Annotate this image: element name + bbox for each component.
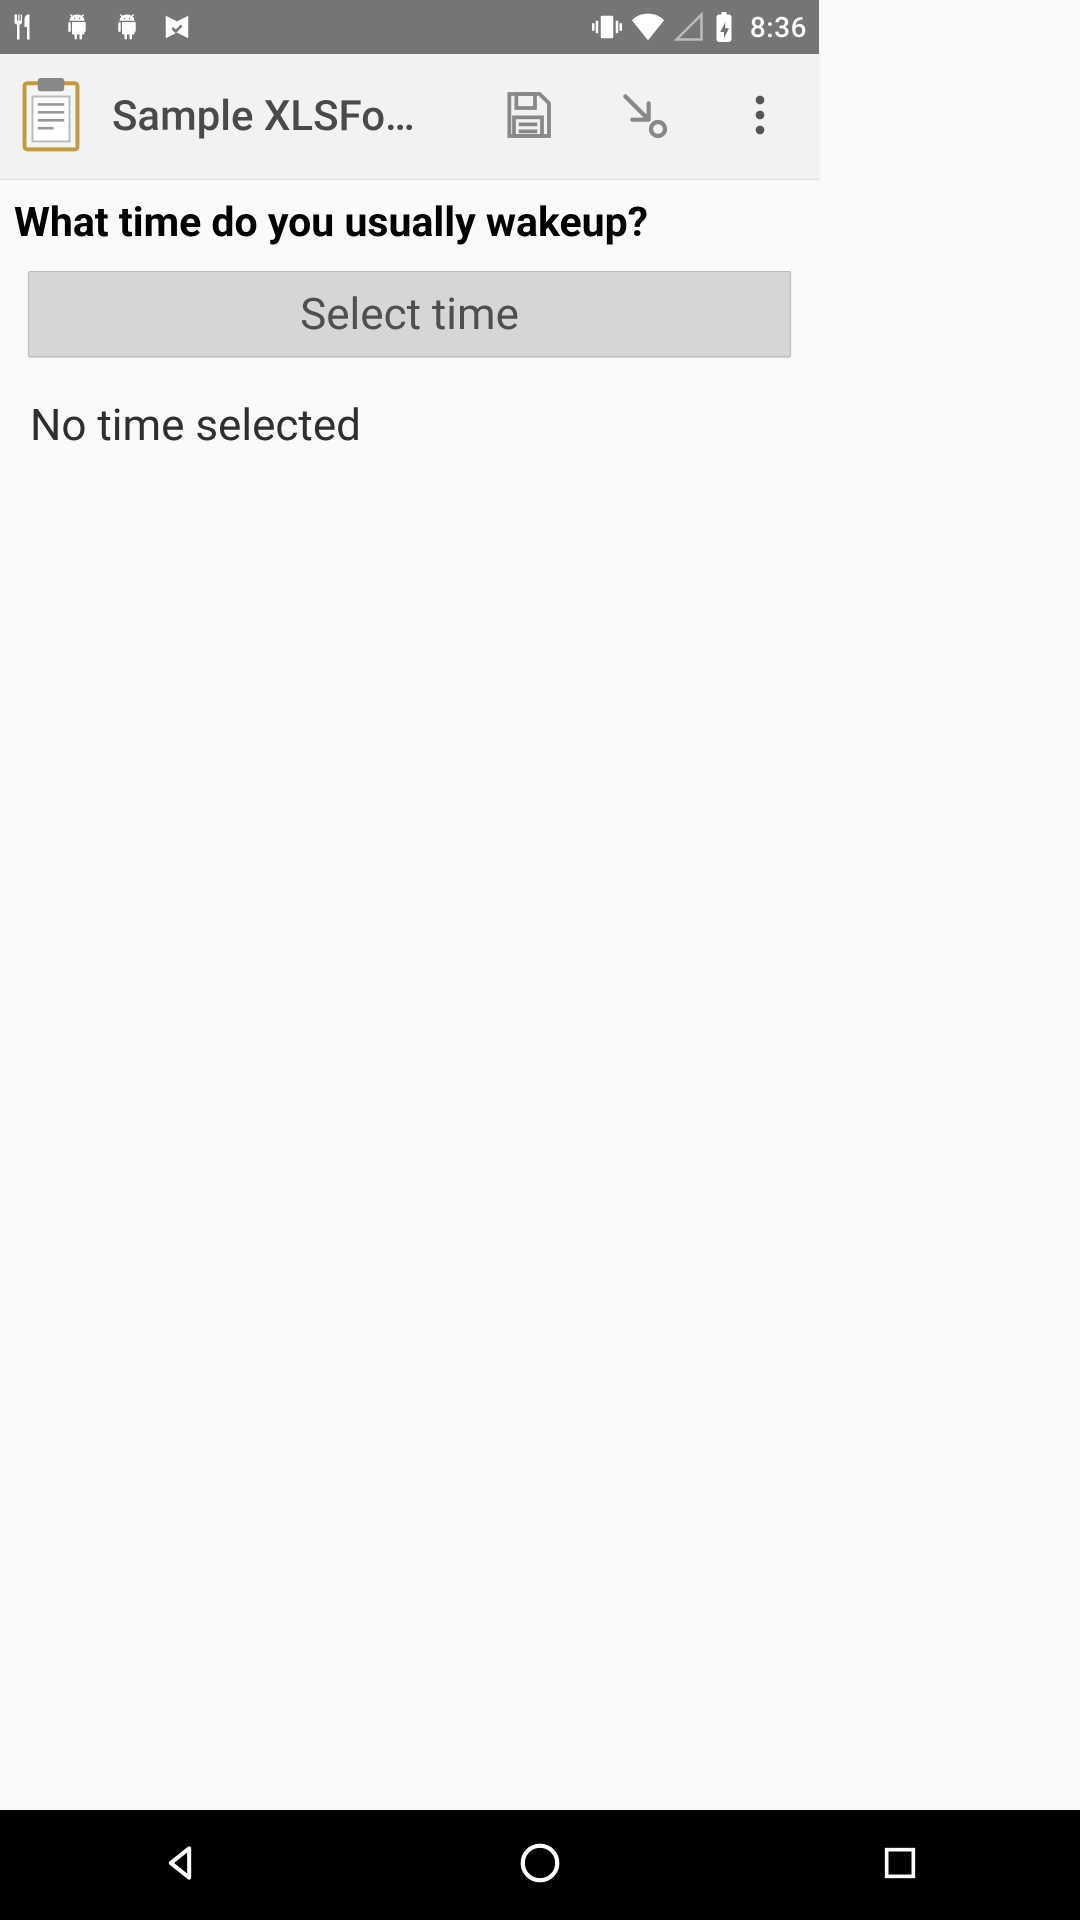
cell-signal-icon: [674, 12, 704, 42]
play-check-icon: [162, 12, 192, 42]
app-bar: Sample XLSFo…: [0, 54, 819, 180]
android-icon: [112, 12, 142, 42]
question-label: What time do you usually wakeup?: [0, 180, 819, 271]
clipboard-icon: [18, 78, 84, 156]
form-content: What time do you usually wakeup? Select …: [0, 180, 819, 1346]
floppy-disk-icon: [500, 87, 556, 147]
home-button[interactable]: [505, 1830, 575, 1900]
app-title: Sample XLSFo…: [112, 92, 442, 141]
back-button[interactable]: [145, 1830, 215, 1900]
fork-knife-icon: [12, 12, 42, 42]
status-bar: 8:36: [0, 0, 819, 54]
battery-charging-icon: [714, 12, 734, 42]
status-bar-left: [12, 12, 192, 42]
system-nav-bar: [0, 1810, 1080, 1920]
select-time-button-label: Select time: [300, 288, 519, 340]
overflow-menu-button[interactable]: [731, 88, 789, 146]
status-bar-right: 8:36: [592, 11, 807, 44]
jump-button[interactable]: [615, 88, 673, 146]
status-time: 8:36: [750, 11, 807, 44]
wifi-icon: [632, 13, 664, 41]
square-recents-icon: [880, 1843, 920, 1887]
android-icon: [62, 12, 92, 42]
more-vert-icon: [755, 95, 765, 139]
triangle-back-icon: [158, 1841, 202, 1889]
select-time-button[interactable]: Select time: [28, 271, 791, 357]
circle-home-icon: [517, 1840, 563, 1890]
recents-button[interactable]: [865, 1830, 935, 1900]
arrow-down-to-dot-icon: [616, 87, 672, 147]
save-button[interactable]: [499, 88, 557, 146]
app-bar-actions: [499, 88, 789, 146]
selected-time-text: No time selected: [0, 357, 819, 493]
vibrate-icon: [592, 12, 622, 42]
